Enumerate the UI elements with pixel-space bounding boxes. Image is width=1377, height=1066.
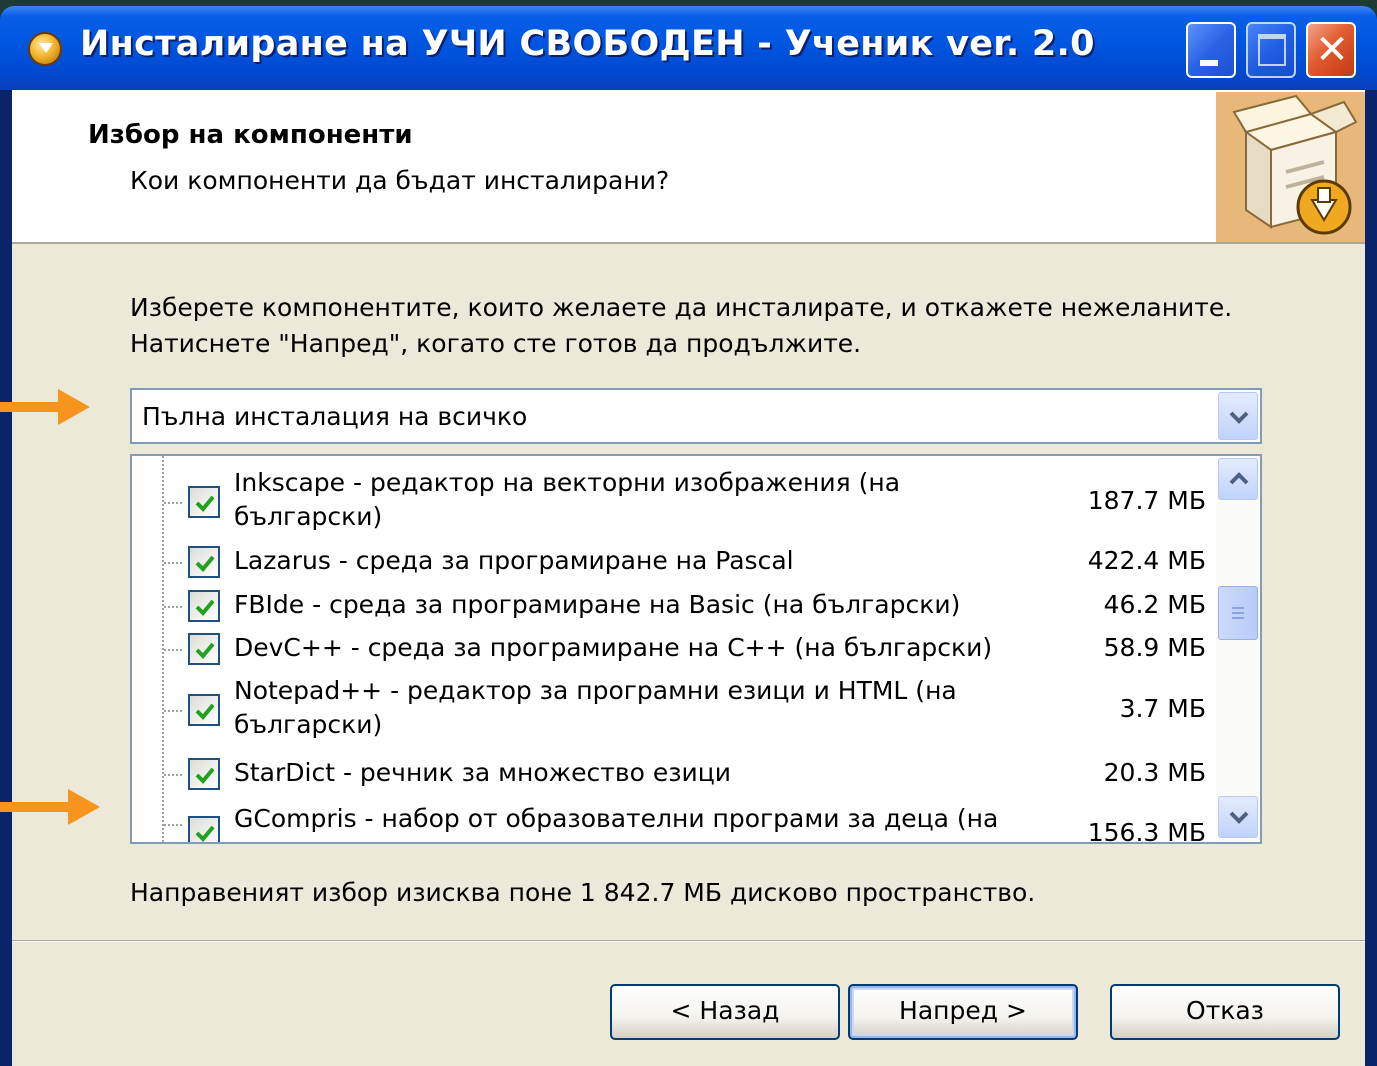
component-label: Inkscape - редактор на векторни изображе… <box>234 468 901 531</box>
package-install-icon <box>1216 92 1365 242</box>
checkmark-icon <box>195 767 215 784</box>
page-subtitle: Кои компоненти да бъдат инсталирани? <box>130 166 670 195</box>
disk-space-required: Направеният избор изисква поне 1 842.7 М… <box>130 878 1036 907</box>
checkmark-icon <box>195 703 215 720</box>
component-checkbox[interactable] <box>188 590 220 622</box>
install-type-value: Пълна инсталация на всичко <box>142 402 528 431</box>
scroll-up-button[interactable] <box>1218 458 1258 500</box>
checkmark-icon <box>195 555 215 572</box>
component-label: StarDict - речник за множество езици <box>234 758 732 787</box>
divider <box>12 940 1365 942</box>
component-size: 3.7 МБ <box>1119 694 1206 723</box>
checkmark-icon <box>195 495 215 512</box>
window-title: Инсталиране на УЧИ СВОБОДЕН - Ученик ver… <box>80 24 1095 64</box>
header-panel: Избор на компоненти Кои компоненти да бъ… <box>12 90 1365 244</box>
next-button[interactable]: Напред > <box>848 984 1078 1040</box>
component-checkbox[interactable] <box>188 694 220 726</box>
components-tree[interactable]: Inkscape - редактор на векторни изображе… <box>130 454 1262 844</box>
component-size: 20.3 МБ <box>1103 758 1206 787</box>
component-size: 156.3 МБ <box>1087 818 1206 844</box>
component-size: 58.9 МБ <box>1103 633 1206 662</box>
cancel-button[interactable]: Отказ <box>1110 984 1340 1040</box>
dropdown-button[interactable] <box>1218 392 1258 440</box>
minimize-button[interactable] <box>1186 22 1236 78</box>
checkmark-icon <box>195 642 215 659</box>
scroll-down-button[interactable] <box>1218 796 1258 838</box>
component-size: 422.4 МБ <box>1087 546 1206 575</box>
instructions: Изберете компонентите, които желаете да … <box>130 290 1330 362</box>
component-label: Lazarus - среда за програмиране на Pasca… <box>234 546 794 575</box>
component-label: DevC++ - среда за програмиране на C++ (н… <box>234 633 993 662</box>
component-label: Notepad++ - редактор за програмни езици … <box>234 676 957 739</box>
close-icon: ✕ <box>1315 27 1349 73</box>
component-size: 187.7 МБ <box>1087 486 1206 515</box>
components-scrollbar[interactable] <box>1216 456 1260 842</box>
maximize-button <box>1246 22 1296 78</box>
instructions-line-2: Натиснете "Напред", когато сте готов да … <box>130 329 862 358</box>
component-label: GCompris - набор от образователни програ… <box>234 804 999 833</box>
title-bar[interactable]: Инсталиране на УЧИ СВОБОДЕН - Ученик ver… <box>0 6 1377 90</box>
checkmark-icon <box>195 825 215 842</box>
chevron-up-icon <box>1229 472 1249 485</box>
checkmark-icon <box>195 599 215 616</box>
pointer-arrow-icon <box>0 789 100 825</box>
chevron-down-icon <box>1229 411 1249 424</box>
body-panel: Изберете компонентите, които желаете да … <box>12 244 1365 1066</box>
installer-icon <box>28 32 62 66</box>
component-size: 46.2 МБ <box>1103 590 1206 619</box>
component-checkbox[interactable] <box>188 546 220 578</box>
instructions-line-1: Изберете компонентите, които желаете да … <box>130 293 1233 322</box>
component-checkbox[interactable] <box>188 633 220 665</box>
minimize-icon <box>1200 60 1218 66</box>
pointer-arrow-icon <box>0 389 90 425</box>
maximize-icon <box>1258 34 1286 66</box>
installer-window: Инсталиране на УЧИ СВОБОДЕН - Ученик ver… <box>0 6 1377 1066</box>
scroll-thumb[interactable] <box>1218 586 1258 640</box>
install-type-select[interactable]: Пълна инсталация на всичко <box>130 388 1262 444</box>
component-checkbox[interactable] <box>188 486 220 518</box>
page-title: Избор на компоненти <box>88 120 413 150</box>
component-checkbox[interactable] <box>188 758 220 790</box>
component-checkbox[interactable] <box>188 816 220 842</box>
back-button[interactable]: < Назад <box>610 984 840 1040</box>
chevron-down-icon <box>1229 811 1249 824</box>
close-button[interactable]: ✕ <box>1306 22 1356 78</box>
component-label: FBIde - среда за програмиране на Basic (… <box>234 590 961 619</box>
